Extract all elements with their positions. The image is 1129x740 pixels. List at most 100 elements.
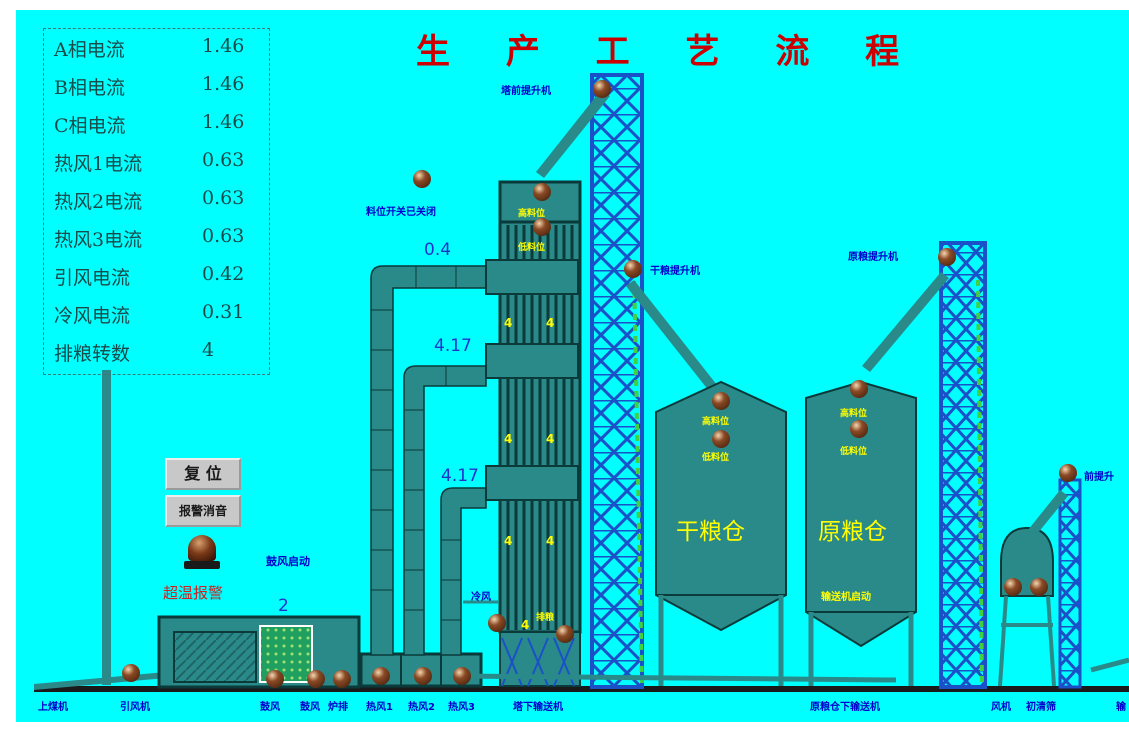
blower-label: 鼓风 bbox=[260, 702, 280, 713]
dry-high-level-label: 高料位 bbox=[702, 417, 730, 427]
tower-conveyor-label: 塔下输送机 bbox=[513, 702, 563, 713]
blower-indicator bbox=[266, 670, 284, 688]
furnace-value: 2 bbox=[278, 596, 289, 616]
fan-start-status: 鼓风启动 bbox=[266, 555, 310, 568]
coal-feeder-label: 上煤机 bbox=[38, 702, 68, 713]
readout-row: A相电流 1.46 bbox=[54, 35, 259, 65]
readout-label: 引风电流 bbox=[54, 267, 131, 289]
silo-conveyor-label: 原粮仓下输送机 bbox=[810, 702, 880, 713]
hot-air2-indicator bbox=[414, 667, 432, 685]
raw-silo-label: 原粮仓 bbox=[818, 519, 887, 545]
level-switch-indicator bbox=[413, 170, 431, 188]
grate-label: 炉排 bbox=[328, 702, 348, 713]
induced-fan-indicator bbox=[122, 664, 140, 682]
readout-row: 排粮转数 4 bbox=[54, 339, 259, 369]
dry-low-level-indicator bbox=[712, 430, 730, 448]
readout-label: 排粮转数 bbox=[54, 343, 131, 365]
readout-row: 热风2电流 0.63 bbox=[54, 187, 259, 217]
dry-high-level-indicator bbox=[712, 392, 730, 410]
cleaner-indicator bbox=[1004, 578, 1022, 596]
tower-elevator-indicator bbox=[593, 80, 611, 98]
hot-air1-label: 热风1 bbox=[366, 702, 393, 713]
duct-bottom bbox=[440, 487, 487, 656]
level-switch-status: 料位开关已关闭 bbox=[366, 207, 436, 218]
readout-label: C相电流 bbox=[54, 115, 126, 137]
dry-grain-elevator-indicator bbox=[624, 260, 642, 278]
tower-high-level-indicator bbox=[533, 183, 551, 201]
tower-low-level-label: 低料位 bbox=[518, 243, 546, 253]
alarm-label: 超温报警 bbox=[163, 584, 224, 602]
duct2-value: 4.17 bbox=[434, 336, 472, 356]
grate-indicator bbox=[333, 670, 351, 688]
cleaner-label: 初清筛 bbox=[1026, 702, 1056, 713]
readout-value: 0.63 bbox=[202, 149, 245, 171]
tower-cell-value: 4 bbox=[546, 432, 555, 446]
readout-value: 0.63 bbox=[202, 187, 245, 209]
raw-grain-elevator-indicator bbox=[938, 248, 956, 266]
alarm-light-icon bbox=[184, 535, 220, 571]
raw-grain-elevator-frame bbox=[939, 241, 987, 689]
hot-air3-label: 热风3 bbox=[448, 702, 475, 713]
page-title: 生 产 工 艺 流 程 bbox=[416, 32, 922, 72]
duct3-value: 4.17 bbox=[441, 466, 479, 486]
right-edge-label: 输 bbox=[1116, 702, 1126, 713]
readout-row: 冷风电流 0.31 bbox=[54, 301, 259, 331]
readout-label: B相电流 bbox=[54, 77, 125, 99]
cold-air-fan-indicator bbox=[488, 614, 506, 632]
readout-label: 冷风电流 bbox=[54, 305, 131, 327]
reset-button[interactable]: 复 位 bbox=[165, 458, 241, 490]
discharge-indicator bbox=[556, 625, 574, 643]
readout-value: 1.46 bbox=[202, 35, 245, 57]
conveyor-start-status: 输送机启动 bbox=[821, 592, 871, 603]
readout-panel: A相电流 1.46 B相电流 1.46 C相电流 1.46 热风1电流 0.63… bbox=[43, 28, 270, 375]
duct1-value: 0.4 bbox=[424, 240, 452, 260]
tower-cell-value: 4 bbox=[546, 316, 555, 330]
duct-top bbox=[370, 265, 487, 656]
tower-cell-value: 4 bbox=[546, 534, 555, 548]
front-elevator-label: 前提升 bbox=[1084, 472, 1114, 483]
induced-fan-label: 引风机 bbox=[120, 702, 150, 713]
readout-value: 0.42 bbox=[202, 263, 245, 285]
raw-grain-elevator-label: 原粮提升机 bbox=[848, 252, 898, 263]
dry-silo-label: 干粮仓 bbox=[676, 519, 745, 545]
tower-cell-value: 4 bbox=[504, 432, 513, 446]
readout-row: 引风电流 0.42 bbox=[54, 263, 259, 293]
readout-label: 热风3电流 bbox=[54, 229, 143, 251]
cold-air-label: 冷风 bbox=[471, 592, 491, 603]
tower-cell-value: 4 bbox=[504, 534, 513, 548]
process-flow-panel: 生 产 工 艺 流 程 A相电流 1.46 B相电流 1.46 C相电流 1.4… bbox=[16, 10, 1129, 722]
readout-row: 热风1电流 0.63 bbox=[54, 149, 259, 179]
raw-high-level-label: 高料位 bbox=[840, 409, 868, 419]
readout-value: 0.31 bbox=[202, 301, 245, 323]
readout-row: B相电流 1.46 bbox=[54, 73, 259, 103]
front-elevator-indicator bbox=[1059, 464, 1077, 482]
hot-air1-indicator bbox=[372, 667, 390, 685]
blower-indicator bbox=[307, 670, 325, 688]
tower-low-level-indicator bbox=[533, 218, 551, 236]
readout-row: 热风3电流 0.63 bbox=[54, 225, 259, 255]
readout-value: 1.46 bbox=[202, 73, 245, 95]
dry-low-level-label: 低料位 bbox=[702, 453, 730, 463]
coal-feeder-pole bbox=[102, 370, 111, 685]
readout-row: C相电流 1.46 bbox=[54, 111, 259, 141]
raw-low-level-label: 低料位 bbox=[840, 447, 868, 457]
hot-air3-indicator bbox=[453, 667, 471, 685]
tower-cell-value: 4 bbox=[504, 316, 513, 330]
readout-value: 4 bbox=[202, 339, 215, 361]
blower-label: 鼓风 bbox=[300, 702, 320, 713]
cleaner-indicator bbox=[1030, 578, 1048, 596]
tower-cell-value: 4 bbox=[521, 618, 530, 632]
hot-air2-label: 热风2 bbox=[408, 702, 435, 713]
readout-value: 1.46 bbox=[202, 111, 245, 133]
readout-label: A相电流 bbox=[54, 39, 125, 61]
readout-label: 热风2电流 bbox=[54, 191, 143, 213]
discharge-label: 排粮 bbox=[536, 613, 555, 623]
raw-low-level-indicator bbox=[850, 420, 868, 438]
dry-grain-elevator-label: 干粮提升机 bbox=[650, 266, 700, 277]
raw-high-level-indicator bbox=[850, 380, 868, 398]
readout-label: 热风1电流 bbox=[54, 153, 143, 175]
fan-label: 风机 bbox=[991, 702, 1011, 713]
alarm-silence-button[interactable]: 报警消音 bbox=[165, 495, 241, 527]
tower-elevator-label: 塔前提升机 bbox=[501, 86, 551, 97]
readout-value: 0.63 bbox=[202, 225, 245, 247]
